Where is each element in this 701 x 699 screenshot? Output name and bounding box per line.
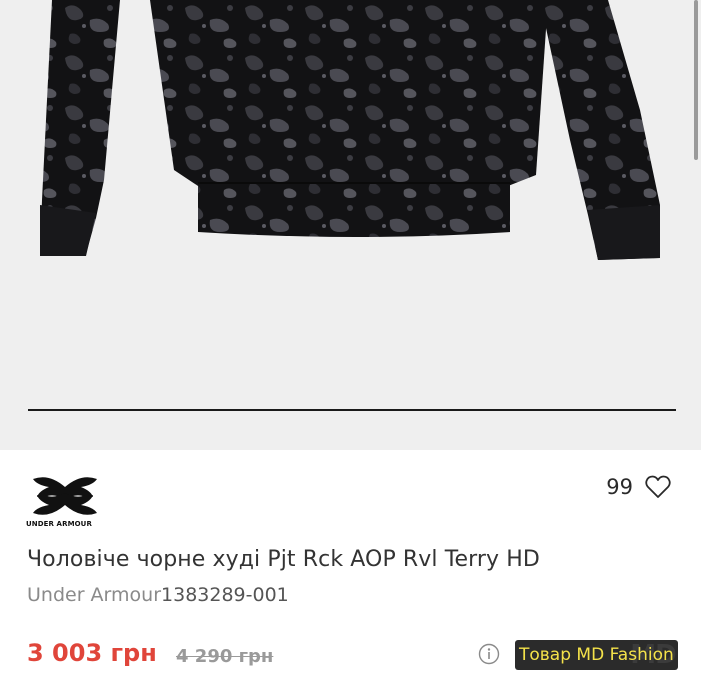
product-image[interactable]: [0, 0, 701, 450]
brand-name[interactable]: Under Armour: [27, 584, 161, 606]
price-current: 3 003 грн: [27, 639, 157, 667]
brand-logo-text: UNDER ARMOUR: [26, 520, 92, 528]
product-title: Чоловіче чорне худі Pjt Rck AOP Rvl Terr…: [27, 547, 540, 572]
product-info: UNDER ARMOUR 99 Чоловіче чорне худі Pjt …: [0, 450, 701, 699]
like-count: 99: [606, 475, 633, 499]
product-sku: 1383289-001: [161, 584, 289, 606]
price-row: 3 003 грн 4 290 грн MD Товар MD Fashion: [27, 639, 678, 673]
price-old: 4 290 грн: [176, 646, 274, 667]
seller-badge[interactable]: MD Товар MD Fashion: [515, 640, 678, 670]
likes-control[interactable]: 99: [606, 475, 671, 499]
gallery-progress-indicator: [28, 409, 676, 411]
hoodie-photo: [40, 0, 660, 260]
image-scrollbar[interactable]: [694, 0, 698, 160]
info-icon[interactable]: [478, 643, 500, 665]
product-page: UNDER ARMOUR 99 Чоловіче чорне худі Pjt …: [0, 0, 701, 699]
heart-icon[interactable]: [645, 475, 671, 499]
product-subtitle: Under Armour1383289-001: [27, 584, 289, 606]
seller-badge-label: Товар MD Fashion: [519, 645, 674, 665]
under-armour-logo-icon: [33, 477, 97, 515]
brand-logo[interactable]: UNDER ARMOUR: [26, 475, 104, 531]
